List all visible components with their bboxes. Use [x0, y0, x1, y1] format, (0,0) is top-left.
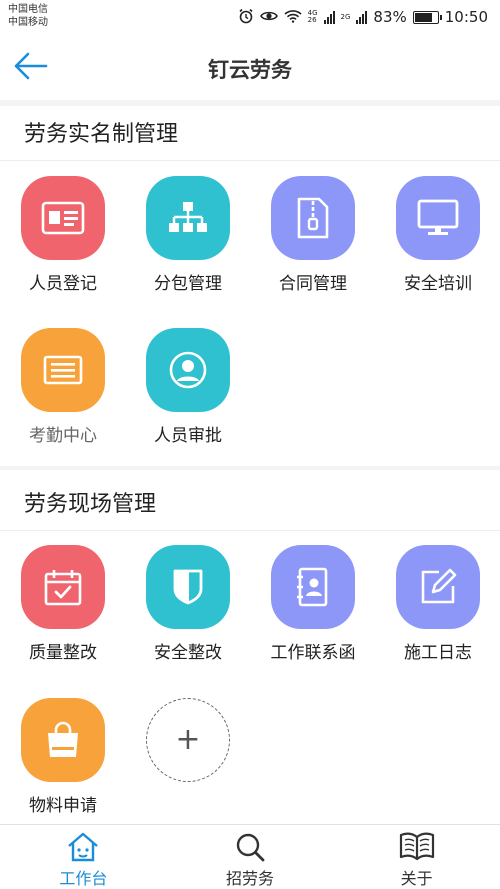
tile-add-more[interactable]: + — [125, 698, 235, 828]
tile-circle — [271, 176, 355, 260]
tile-circle — [21, 328, 105, 412]
tile-quality-rectification[interactable]: 质量整改 — [0, 545, 110, 675]
edit-icon — [421, 568, 457, 604]
bottom-tabbar: 工作台 招劳务 关于 — [0, 824, 500, 889]
section-separator — [0, 100, 500, 106]
divider — [0, 160, 500, 161]
tile-label: 物料申请 — [29, 796, 97, 816]
plus-icon: + — [175, 722, 201, 757]
calendar-check-icon — [44, 570, 82, 606]
tile-label: 考勤中心 — [29, 426, 97, 446]
tile-circle — [21, 698, 105, 782]
tile-circle — [21, 545, 105, 629]
tile-circle — [396, 176, 480, 260]
org-chart-icon — [169, 202, 207, 232]
add-button[interactable]: + — [146, 698, 230, 782]
tab-label: 工作台 — [59, 869, 108, 888]
wifi-icon — [284, 9, 302, 26]
tile-label: 人员审批 — [154, 426, 222, 446]
section-separator — [0, 466, 500, 470]
signal-icon-2 — [356, 10, 368, 24]
tile-label: 分包管理 — [154, 274, 222, 294]
tab-about[interactable]: 关于 — [333, 825, 500, 889]
eye-icon — [259, 9, 278, 26]
divider — [0, 530, 500, 531]
tile-label: 工作联系函 — [270, 643, 356, 663]
carrier-1: 中国电信 — [8, 4, 48, 15]
tile-label: 安全培训 — [404, 274, 472, 294]
tile-safety-rectification[interactable]: 安全整改 — [125, 545, 235, 675]
tile-attendance-center[interactable]: 考勤中心 — [0, 328, 110, 458]
battery-percent: 83% — [373, 8, 407, 26]
tile-label: 质量整改 — [29, 643, 97, 663]
status-bar: 中国电信 中国移动 4G 26 2G 83% 10:50 — [0, 0, 500, 36]
status-icons: 4G 26 2G 83% 10:50 — [238, 6, 488, 28]
tab-workbench[interactable]: 工作台 — [0, 825, 167, 889]
tile-circle — [146, 328, 230, 412]
carrier-2: 中国移动 — [8, 17, 48, 28]
tile-personnel-registration[interactable]: 人员登记 — [0, 176, 110, 306]
tile-circle — [146, 176, 230, 260]
page-title: 钉云劳务 — [208, 58, 292, 82]
tile-circle — [21, 176, 105, 260]
contacts-book-icon — [297, 567, 328, 607]
network-type-4g: 4G 26 — [308, 10, 318, 24]
tile-label: 施工日志 — [404, 643, 472, 663]
tile-safety-training[interactable]: 安全培训 — [375, 176, 485, 306]
home-icon — [66, 831, 100, 867]
tile-label: 安全整改 — [154, 643, 222, 663]
tile-construction-log[interactable]: 施工日志 — [375, 545, 485, 675]
tile-material-request[interactable]: 物料申请 — [0, 698, 110, 828]
tile-circle — [396, 545, 480, 629]
book-icon — [399, 831, 435, 865]
tile-personnel-approval[interactable]: 人员审批 — [125, 328, 235, 458]
net-a-bottom: 26 — [307, 16, 317, 24]
alarm-icon — [238, 8, 254, 27]
tile-label: 合同管理 — [279, 274, 347, 294]
list-card-icon — [43, 355, 83, 385]
nav-bar: 钉云劳务 — [0, 36, 500, 100]
shopping-bag-icon — [48, 721, 78, 757]
tile-contract-management[interactable]: 合同管理 — [250, 176, 360, 306]
tile-circle — [146, 545, 230, 629]
tile-label: 人员登记 — [29, 274, 97, 294]
battery-icon — [412, 10, 442, 24]
section-title-site: 劳务现场管理 — [24, 492, 157, 517]
id-card-icon — [41, 201, 85, 235]
shield-icon — [173, 569, 203, 605]
network-type-2g: 2G — [340, 12, 351, 21]
section-title-realname: 劳务实名制管理 — [24, 122, 179, 147]
tile-circle — [271, 545, 355, 629]
document-zip-icon — [297, 197, 329, 239]
monitor-icon — [417, 199, 459, 235]
signal-icon-1 — [323, 10, 335, 24]
carrier-info: 中国电信 中国移动 — [8, 3, 48, 29]
tab-label: 关于 — [400, 869, 433, 888]
tab-label: 招劳务 — [226, 869, 275, 888]
battery-fill — [414, 12, 432, 22]
tile-work-contact-letter[interactable]: 工作联系函 — [250, 545, 360, 675]
tile-subcontract-management[interactable]: 分包管理 — [125, 176, 235, 306]
search-icon — [234, 831, 266, 867]
user-circle-icon — [169, 351, 207, 389]
tab-recruit-labor[interactable]: 招劳务 — [167, 825, 334, 889]
clock: 10:50 — [444, 8, 488, 26]
